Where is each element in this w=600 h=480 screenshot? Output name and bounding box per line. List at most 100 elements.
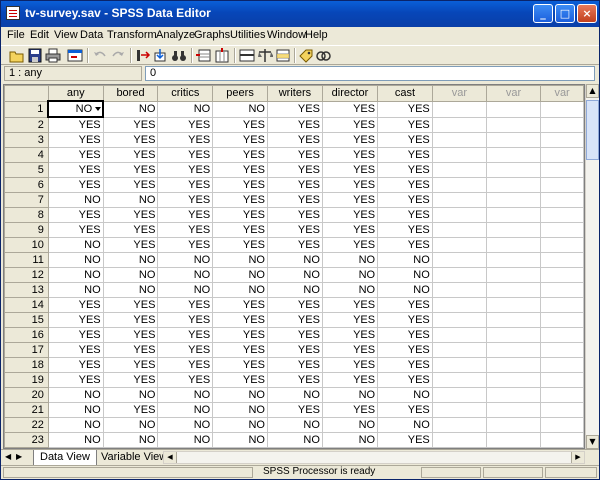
data-cell[interactable]: YES: [212, 372, 268, 388]
empty-cell[interactable]: [485, 327, 542, 343]
data-cell[interactable]: YES: [47, 177, 104, 193]
data-cell[interactable]: YES: [266, 312, 323, 328]
data-cell[interactable]: YES: [321, 222, 379, 238]
row-number[interactable]: 23: [4, 432, 49, 448]
find-binoculars-icon[interactable]: [171, 48, 187, 63]
data-cell[interactable]: YES: [102, 402, 159, 418]
data-cell[interactable]: NO: [157, 282, 214, 298]
empty-cell[interactable]: [540, 116, 584, 133]
empty-cell[interactable]: [431, 252, 487, 268]
empty-cell[interactable]: [485, 237, 542, 253]
data-cell[interactable]: NO: [377, 387, 433, 403]
tab-prev-arrow-icon[interactable]: ◀: [5, 452, 11, 461]
empty-cell[interactable]: [485, 357, 542, 373]
goto-case-icon[interactable]: [135, 48, 151, 63]
empty-cell[interactable]: [540, 162, 584, 178]
data-cell[interactable]: YES: [102, 147, 159, 163]
column-header[interactable]: bored: [102, 85, 159, 102]
data-cell[interactable]: NO: [321, 267, 379, 283]
cell-editor-input[interactable]: 0: [145, 66, 595, 81]
empty-cell[interactable]: [540, 417, 584, 433]
data-cell[interactable]: NO: [266, 432, 323, 448]
row-number[interactable]: 17: [4, 342, 49, 358]
data-cell[interactable]: YES: [157, 222, 214, 238]
row-number[interactable]: 21: [4, 402, 49, 418]
empty-cell[interactable]: [485, 432, 542, 448]
row-number[interactable]: 12: [4, 267, 49, 283]
data-cell[interactable]: YES: [102, 357, 159, 373]
tab-variable-view[interactable]: Variable View: [95, 450, 173, 465]
data-cell[interactable]: YES: [212, 132, 268, 148]
empty-cell[interactable]: [540, 402, 584, 418]
data-cell[interactable]: YES: [266, 100, 323, 118]
data-cell[interactable]: YES: [321, 357, 379, 373]
data-cell[interactable]: YES: [321, 147, 379, 163]
empty-cell[interactable]: [485, 207, 542, 223]
data-cell[interactable]: YES: [157, 147, 214, 163]
data-cell[interactable]: NO: [102, 387, 159, 403]
empty-cell[interactable]: [431, 116, 487, 133]
row-number[interactable]: 16: [4, 327, 49, 343]
data-cell[interactable]: NO: [102, 100, 159, 118]
row-number[interactable]: 1: [4, 100, 49, 118]
data-cell[interactable]: YES: [321, 162, 379, 178]
column-header[interactable]: peers: [212, 85, 268, 102]
row-number[interactable]: 15: [4, 312, 49, 328]
scrollbar-thumb[interactable]: [586, 100, 599, 160]
data-cell[interactable]: YES: [157, 192, 214, 208]
empty-cell[interactable]: [431, 432, 487, 448]
empty-cell[interactable]: [485, 402, 542, 418]
data-cell[interactable]: YES: [157, 312, 214, 328]
data-cell[interactable]: YES: [47, 147, 104, 163]
row-number[interactable]: 19: [4, 372, 49, 388]
empty-cell[interactable]: [485, 267, 542, 283]
data-cell[interactable]: NO: [157, 267, 214, 283]
data-cell[interactable]: NO: [102, 417, 159, 433]
empty-cell[interactable]: [485, 372, 542, 388]
data-cell[interactable]: NO: [47, 100, 105, 118]
data-cell[interactable]: NO: [266, 417, 323, 433]
data-cell[interactable]: NO: [212, 100, 268, 118]
empty-cell[interactable]: [431, 207, 487, 223]
data-cell[interactable]: YES: [377, 327, 433, 343]
menu-help[interactable]: Help: [305, 29, 328, 41]
data-cell[interactable]: YES: [321, 327, 379, 343]
data-cell[interactable]: YES: [102, 237, 159, 253]
vertical-scrollbar[interactable]: ▲ ▼: [585, 84, 599, 449]
data-cell[interactable]: NO: [47, 192, 104, 208]
data-cell[interactable]: NO: [266, 282, 323, 298]
data-cell[interactable]: NO: [157, 252, 214, 268]
insert-case-icon[interactable]: [196, 48, 212, 63]
data-cell[interactable]: YES: [212, 147, 268, 163]
data-cell[interactable]: YES: [377, 192, 433, 208]
weight-cases-icon[interactable]: [257, 48, 274, 63]
empty-cell[interactable]: [431, 387, 487, 403]
data-cell[interactable]: YES: [377, 312, 433, 328]
data-cell[interactable]: YES: [377, 207, 433, 223]
data-cell[interactable]: YES: [212, 342, 268, 358]
row-number[interactable]: 20: [4, 387, 49, 403]
data-cell[interactable]: NO: [212, 252, 268, 268]
empty-cell[interactable]: [540, 342, 584, 358]
data-cell[interactable]: NO: [321, 417, 379, 433]
data-cell[interactable]: NO: [377, 282, 433, 298]
row-number[interactable]: 2: [4, 116, 49, 133]
empty-cell[interactable]: [485, 342, 542, 358]
data-cell[interactable]: NO: [321, 282, 379, 298]
data-cell[interactable]: YES: [157, 207, 214, 223]
data-cell[interactable]: NO: [157, 387, 214, 403]
data-cell[interactable]: YES: [102, 207, 159, 223]
data-cell[interactable]: NO: [377, 267, 433, 283]
data-cell[interactable]: NO: [157, 100, 214, 118]
empty-cell[interactable]: [540, 147, 584, 163]
menu-transform[interactable]: Transform: [107, 29, 157, 41]
data-cell[interactable]: YES: [47, 372, 104, 388]
data-cell[interactable]: NO: [47, 237, 104, 253]
empty-cell[interactable]: [485, 417, 542, 433]
empty-cell[interactable]: [485, 282, 542, 298]
data-cell[interactable]: YES: [266, 132, 323, 148]
empty-cell[interactable]: [485, 162, 542, 178]
data-cell[interactable]: NO: [47, 267, 104, 283]
empty-cell[interactable]: [540, 100, 584, 118]
data-cell[interactable]: YES: [47, 222, 104, 238]
